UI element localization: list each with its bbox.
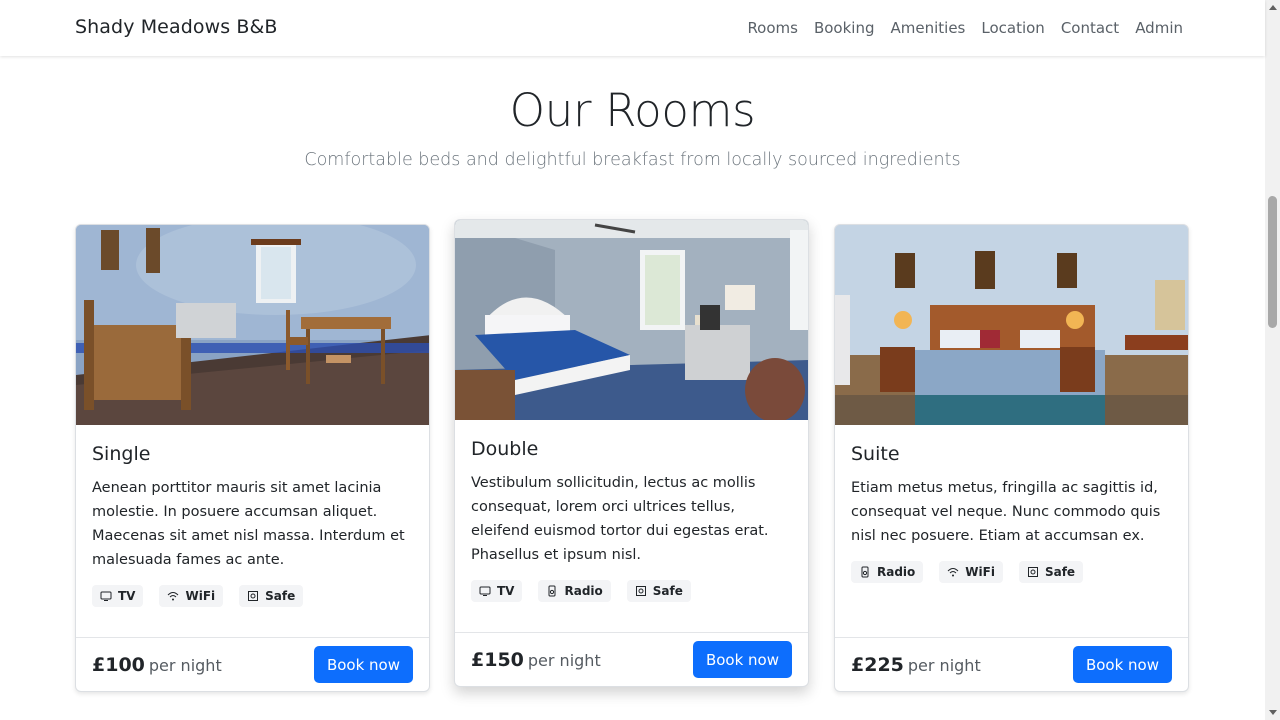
room-price: £225 per night — [851, 654, 981, 676]
room-footer: £225 per night Book now — [835, 637, 1188, 691]
room-description: Aenean porttitor mauris sit amet lacinia… — [92, 480, 405, 568]
room-title: Suite — [851, 443, 900, 465]
room-features: TV WiFi Safe — [92, 585, 304, 607]
nav-link-admin[interactable]: Admin — [1135, 19, 1183, 37]
room-image-double — [455, 220, 808, 420]
book-now-button[interactable]: Book now — [1072, 646, 1172, 683]
room-card-single: Single Aenean porttitor mauris sit amet … — [75, 224, 430, 692]
room-footer: £100 per night Book now — [76, 637, 429, 691]
wifi-icon — [947, 568, 959, 577]
room-image-suite — [835, 225, 1188, 425]
book-now-button[interactable]: Book now — [692, 641, 792, 678]
room-features: Radio WiFi Safe — [851, 561, 1084, 583]
feature-badge: Radio — [851, 561, 924, 583]
nav-links: Rooms Booking Amenities Location Contact… — [747, 19, 1183, 37]
room-price: £150 per night — [471, 649, 601, 671]
tv-icon — [100, 591, 112, 601]
scrollbar-thumb[interactable] — [1268, 196, 1277, 328]
tv-icon — [479, 586, 491, 596]
nav-link-booking[interactable]: Booking — [814, 19, 875, 37]
room-image-single — [76, 225, 429, 425]
safe-icon — [248, 591, 259, 601]
scroll-down-icon[interactable] — [1269, 710, 1277, 715]
safe-icon — [1027, 567, 1038, 577]
radio-icon — [548, 585, 556, 597]
feature-badge: WiFi — [159, 585, 224, 607]
safe-icon — [635, 586, 646, 596]
room-card-double: Double Vestibulum sollicitudin, lectus a… — [454, 219, 809, 687]
brand-logo[interactable]: Shady Meadows B&B — [75, 16, 278, 38]
feature-badge: Safe — [626, 580, 691, 602]
nav-link-rooms[interactable]: Rooms — [747, 19, 798, 37]
nav-link-location[interactable]: Location — [981, 19, 1044, 37]
scroll-up-icon[interactable] — [1269, 5, 1277, 10]
room-price: £100 per night — [92, 654, 222, 676]
feature-badge: TV — [471, 580, 523, 602]
feature-badge: Radio — [538, 580, 611, 602]
feature-badge: Safe — [1018, 561, 1084, 583]
room-description: Etiam metus metus, fringilla ac sagittis… — [851, 480, 1161, 544]
radio-icon — [861, 566, 869, 578]
room-title: Double — [471, 438, 539, 460]
room-footer: £150 per night Book now — [455, 632, 808, 686]
nav-link-contact[interactable]: Contact — [1061, 19, 1119, 37]
page-scrollbar[interactable] — [1265, 0, 1280, 720]
page-title: Our Rooms — [509, 84, 756, 137]
feature-badge: Safe — [239, 585, 304, 607]
room-card-suite: Suite Etiam metus metus, fringilla ac sa… — [834, 224, 1189, 692]
book-now-button[interactable]: Book now — [313, 646, 413, 683]
feature-badge: TV — [92, 585, 144, 607]
page-subtitle: Comfortable beds and delightful breakfas… — [304, 150, 961, 170]
room-description: Vestibulum sollicitudin, lectus ac molli… — [471, 475, 769, 563]
room-features: TV Radio Safe — [471, 580, 691, 602]
nav-link-amenities[interactable]: Amenities — [891, 19, 966, 37]
feature-badge: WiFi — [939, 561, 1003, 583]
navbar: Shady Meadows B&B Rooms Booking Amenitie… — [0, 0, 1265, 56]
wifi-icon — [168, 592, 179, 601]
room-title: Single — [92, 443, 151, 465]
